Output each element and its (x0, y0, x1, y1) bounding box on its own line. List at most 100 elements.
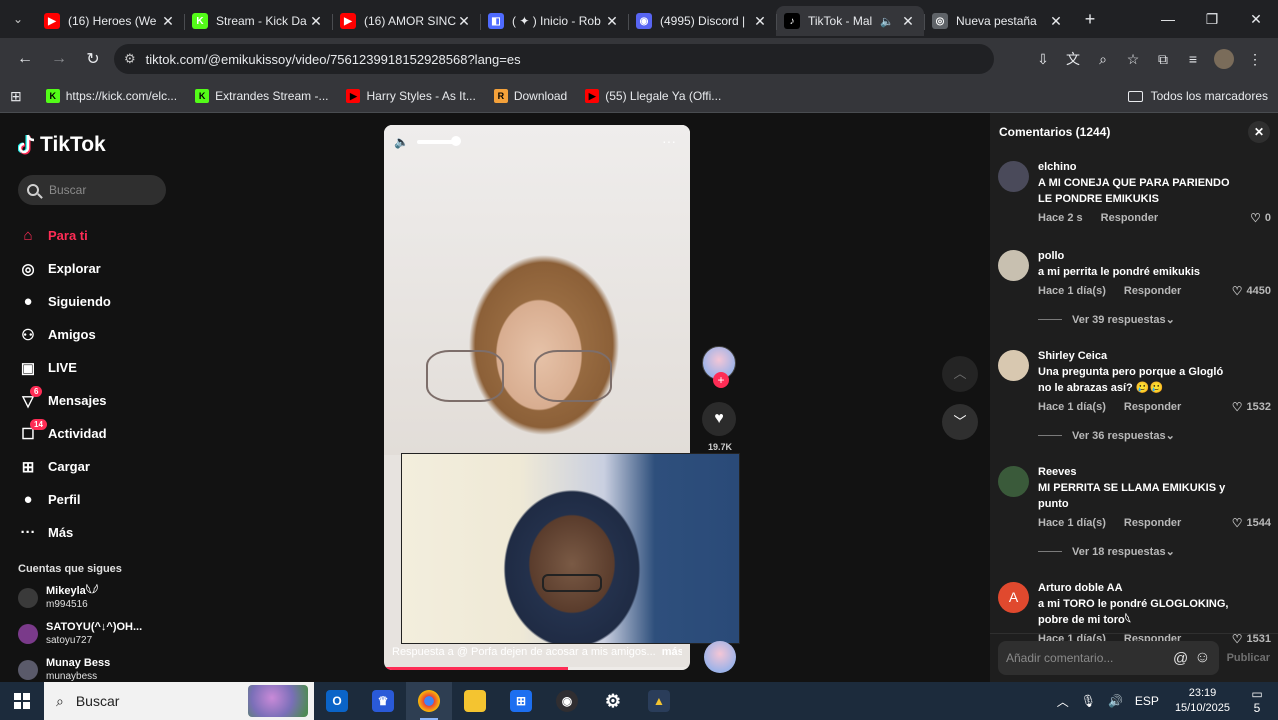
like-button[interactable]: ♥ (702, 402, 736, 436)
taskbar-app-misc[interactable]: ▲ (636, 682, 682, 720)
media-controls-icon[interactable]: ≡ (1178, 51, 1208, 67)
mention-icon[interactable]: @ (1173, 650, 1188, 667)
tab-close-icon[interactable]: ✕ (900, 13, 916, 30)
comment-avatar[interactable] (998, 466, 1029, 497)
comment-input[interactable]: Añadir comentario... @ ☺ (998, 641, 1219, 675)
nav-item-para-ti[interactable]: ⌂ Para ti (18, 219, 185, 252)
notifications-button[interactable]: ▭ 5 (1242, 687, 1272, 715)
comment-username[interactable]: Reeves (1038, 464, 1278, 480)
browser-tab[interactable]: ◧ ( ✦ ) Inicio - Rob ✕ (480, 6, 628, 36)
close-window-button[interactable]: ✕ (1234, 11, 1278, 28)
tab-close-icon[interactable]: ✕ (1048, 13, 1064, 30)
following-item[interactable]: SATOYU(^↓^)OH... satoyu727 (18, 621, 185, 647)
taskbar-obs[interactable]: ◉ (544, 682, 590, 720)
comment-like-button[interactable]: ♡ 0 (1250, 211, 1271, 225)
profile-avatar[interactable] (1214, 49, 1234, 69)
comment-avatar[interactable] (998, 161, 1029, 192)
bookmark-item[interactable]: ▶ (55) Llegale Ya (Offi... (585, 89, 721, 103)
restore-button[interactable]: ❐ (1190, 11, 1234, 28)
extensions-icon[interactable]: ⧉ (1148, 51, 1178, 68)
nav-item-mensajes[interactable]: ▽ Mensajes 6 (18, 384, 185, 417)
language-indicator[interactable]: ESP (1135, 694, 1159, 708)
volume-icon[interactable]: 🔈 (394, 135, 409, 149)
tab-audio-icon[interactable]: 🔈 (880, 15, 894, 28)
chevron-up-icon[interactable]: ︿ (1057, 693, 1069, 710)
comment-username[interactable]: Arturo doble AA (1038, 580, 1278, 596)
taskbar-chrome[interactable] (406, 682, 452, 720)
following-item[interactable]: Mikeyla𓆩𓆪 m994516 (18, 585, 185, 611)
comment-avatar[interactable] (998, 350, 1029, 381)
browser-tab[interactable]: ◉ (4995) Discord | ✕ (628, 6, 776, 36)
reply-button[interactable]: Responder (1124, 517, 1181, 529)
emoji-icon[interactable]: ☺ (1194, 649, 1210, 667)
follow-plus-icon[interactable]: + (713, 372, 729, 388)
back-button[interactable]: ← (8, 50, 42, 68)
comment-username[interactable]: elchino (1038, 159, 1278, 175)
taskbar-settings[interactable]: ⚙ (590, 682, 636, 720)
apps-icon[interactable]: ⊞ (10, 88, 22, 105)
browser-tab[interactable]: K Stream - Kick Da ✕ (184, 6, 332, 36)
tab-close-icon[interactable]: ✕ (160, 13, 176, 30)
tab-close-icon[interactable]: ✕ (308, 13, 324, 30)
tab-close-icon[interactable]: ✕ (752, 13, 768, 30)
bookmark-item[interactable]: ▶ Harry Styles - As It... (346, 89, 476, 103)
install-app-icon[interactable]: ⇩ (1028, 51, 1058, 68)
volume-knob[interactable] (450, 136, 461, 146)
caption-more-link[interactable]: más (662, 646, 682, 658)
comment-username[interactable]: pollo (1038, 248, 1278, 264)
browser-tab[interactable]: ♪ TikTok - Mal 🔈 ✕ (776, 6, 924, 36)
translate-icon[interactable]: 文 (1058, 49, 1088, 69)
nav-item-actividad[interactable]: ☐ Actividad 14 (18, 417, 185, 450)
volume-slider[interactable] (416, 136, 461, 146)
creator-avatar[interactable]: + (702, 346, 736, 388)
minimize-button[interactable]: — (1146, 11, 1190, 28)
view-replies-button[interactable]: Ver 39 respuestas ⌄ (1038, 313, 1278, 326)
following-item[interactable]: Munay Bess munaybess (18, 657, 185, 683)
taskbar-search[interactable]: ⌕ Buscar (44, 682, 314, 720)
close-comments-button[interactable]: ✕ (1248, 121, 1270, 143)
browser-tab[interactable]: ▶ (16) AMOR SINC ✕ (332, 6, 480, 36)
new-tab-button[interactable]: + (1076, 9, 1104, 30)
comment-like-button[interactable]: ♡ 1544 (1232, 516, 1271, 530)
nav-item-explorar[interactable]: ◎ Explorar (18, 252, 185, 285)
bookmark-item[interactable]: Khttps://kick.com/elc... (45, 89, 177, 103)
reply-button[interactable]: Responder (1124, 401, 1181, 413)
nav-item-cargar[interactable]: ⊞ Cargar (18, 450, 185, 483)
speaker-icon[interactable]: 🔊 (1108, 694, 1123, 708)
nav-item-más[interactable]: ··· Más (18, 516, 185, 549)
search-input[interactable]: Buscar (18, 175, 166, 205)
all-bookmarks-button[interactable]: Todos los marcadores (1127, 89, 1268, 103)
reply-button[interactable]: Responder (1101, 212, 1158, 224)
tab-close-icon[interactable]: ✕ (456, 13, 472, 30)
address-bar[interactable]: ⚙ tiktok.com/@emikukissoy/video/75612399… (114, 44, 994, 74)
reply-button[interactable]: Responder (1124, 285, 1181, 297)
nav-item-amigos[interactable]: ⚇ Amigos (18, 318, 185, 351)
forward-button[interactable]: → (42, 50, 76, 68)
volume-control[interactable]: 🔈 (394, 135, 461, 149)
browser-tab[interactable]: ◎ Nueva pestaña ✕ (924, 6, 1072, 36)
bookmark-star-icon[interactable]: ☆ (1118, 51, 1148, 68)
more-options-icon[interactable]: ··· (662, 133, 676, 149)
taskbar-store[interactable]: ⊞ (498, 682, 544, 720)
comment-avatar[interactable]: A (998, 582, 1029, 613)
view-replies-button[interactable]: Ver 18 respuestas ⌄ (1038, 545, 1278, 558)
comment-username[interactable]: Shirley Ceica (1038, 348, 1278, 364)
post-comment-button[interactable]: Publicar (1227, 652, 1270, 664)
music-disc-avatar[interactable] (704, 641, 736, 673)
taskbar-app-trophy[interactable]: ♛ (360, 682, 406, 720)
taskbar-outlook[interactable]: O (314, 682, 360, 720)
video-progress-bar[interactable] (384, 667, 690, 670)
zoom-icon[interactable]: ⌕ (1088, 51, 1118, 68)
nav-item-siguiendo[interactable]: ● Siguiendo (18, 285, 185, 318)
bookmark-item[interactable]: K Extrandes Stream -... (195, 89, 328, 103)
comment-like-button[interactable]: ♡ 1532 (1232, 400, 1271, 414)
previous-video-button[interactable]: ︿ (942, 356, 978, 392)
browser-tab[interactable]: ▶ (16) Heroes (We ✕ (36, 6, 184, 36)
reload-button[interactable]: ↻ (76, 49, 110, 69)
start-button[interactable] (0, 682, 44, 720)
site-info-icon[interactable]: ⚙ (124, 51, 136, 67)
nav-item-live[interactable]: ▣ LIVE (18, 351, 185, 384)
tab-search-button[interactable]: ⌄ (0, 0, 36, 38)
comment-like-button[interactable]: ♡ 4450 (1232, 284, 1271, 298)
taskbar-file-explorer[interactable] (452, 682, 498, 720)
